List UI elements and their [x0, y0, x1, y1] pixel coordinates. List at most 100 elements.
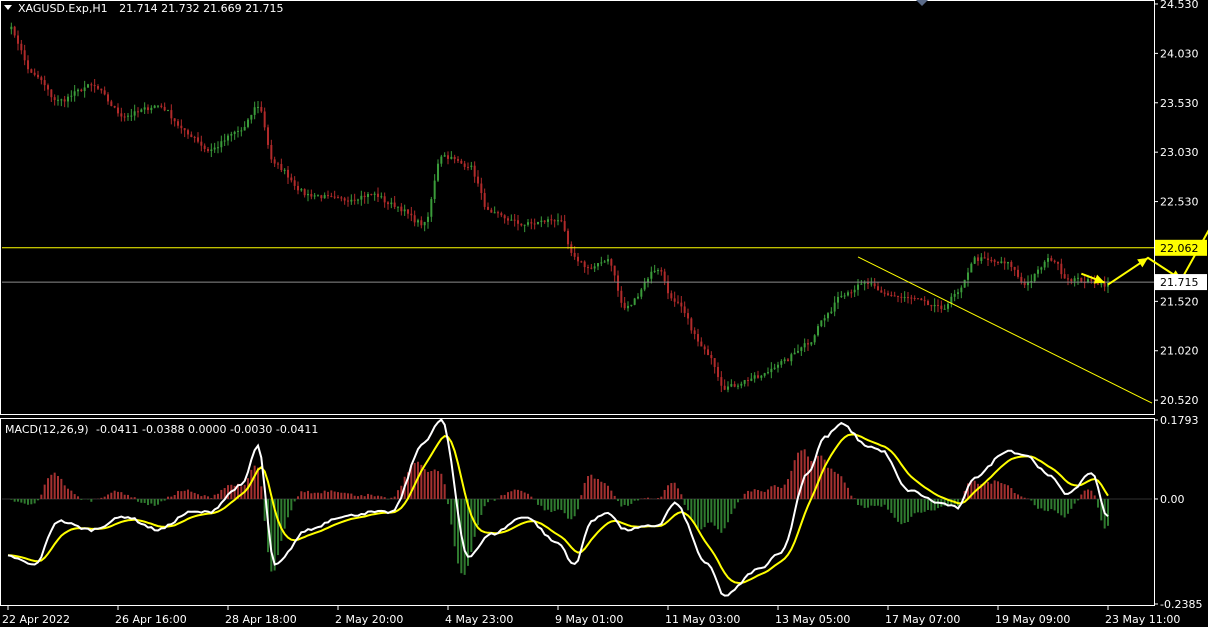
candle-body — [157, 105, 159, 107]
chart-canvas[interactable]: 24.530 24.030 23.530 23.030 22.530 21.520 21.0… — [0, 0, 1208, 627]
candle-body — [380, 196, 383, 198]
candle-body — [703, 346, 706, 350]
candle-body — [760, 375, 763, 378]
candle-body — [737, 385, 739, 387]
candle-body — [877, 286, 879, 291]
candle-body — [820, 320, 823, 327]
candle-body — [267, 127, 269, 145]
candle-body — [683, 306, 686, 314]
candle-body — [153, 105, 156, 108]
time-tick-label: 19 May 09:00 — [995, 613, 1070, 626]
candle-body — [427, 216, 429, 222]
candle-body — [430, 199, 433, 217]
time-axis: 22 Apr 2022 26 Apr 16:00 28 Apr 18:00 2 May… — [2, 606, 1180, 626]
candle-body — [750, 378, 753, 381]
candle-body — [807, 343, 809, 345]
arrow-head-icon — [1137, 257, 1148, 268]
candle-body — [67, 96, 69, 102]
time-tick-label: 26 Apr 16:00 — [115, 613, 187, 626]
candle-body — [460, 160, 463, 164]
candle-body — [1060, 263, 1063, 275]
candle-body — [13, 26, 16, 36]
candle-body — [847, 292, 849, 296]
candle-body — [987, 258, 989, 260]
candle-body — [710, 355, 713, 359]
candle-body — [783, 359, 786, 362]
price-tick-label: 20.520 — [1160, 394, 1199, 407]
candle-body — [463, 163, 466, 167]
current-price-tag: 21.715 — [1160, 276, 1199, 289]
candle-body — [240, 130, 243, 132]
candle-body — [813, 335, 816, 343]
candle-body — [213, 147, 216, 150]
candle-body — [337, 197, 339, 199]
chart-shift-marker-icon[interactable] — [916, 0, 928, 6]
candle-body — [163, 106, 166, 111]
time-tick-label: 11 May 03:00 — [665, 613, 740, 626]
candle-body — [970, 263, 973, 273]
candle-body — [730, 384, 733, 387]
candle-body — [230, 134, 233, 136]
candle-body — [550, 219, 553, 221]
candle-body — [860, 283, 863, 285]
time-tick-label: 2 May 20:00 — [335, 613, 403, 626]
candle-body — [623, 302, 626, 309]
candle-body — [63, 99, 66, 102]
macd-values: -0.0411 -0.0388 0.0000 -0.0030 -0.0411 — [96, 423, 318, 436]
candle-body — [573, 252, 576, 257]
candle-body — [513, 219, 516, 221]
candle-body — [587, 267, 589, 269]
candle-body — [110, 101, 113, 106]
candle-body — [700, 341, 703, 347]
candle-body — [403, 209, 406, 212]
candle-body — [520, 223, 523, 226]
candle-body — [637, 296, 639, 299]
candle-body — [1013, 266, 1016, 270]
candle-body — [1070, 279, 1073, 282]
candle-body — [60, 99, 63, 101]
candle-body — [440, 156, 443, 164]
candle-body — [80, 89, 83, 92]
candle-body — [277, 163, 279, 165]
candle-body — [693, 330, 696, 335]
macd-tick-label: 0.1793 — [1160, 414, 1199, 427]
time-tick-label: 9 May 01:00 — [555, 613, 623, 626]
candle-body — [553, 220, 556, 222]
candle-body — [1077, 277, 1079, 279]
candle-body — [923, 300, 926, 302]
candle-body — [733, 384, 736, 387]
candle-body — [1057, 261, 1059, 264]
candle-body — [507, 218, 509, 221]
candle-body — [657, 270, 659, 272]
candle-body — [893, 295, 896, 297]
candle-body — [827, 313, 829, 319]
candle-body — [680, 302, 683, 307]
trading-chart[interactable]: 24.530 24.030 23.530 23.030 22.530 21.520 21.0… — [0, 0, 1208, 627]
candle-body — [940, 305, 943, 309]
candle-body — [480, 183, 483, 194]
candle-body — [410, 213, 413, 216]
price-pane[interactable] — [2, 22, 1208, 404]
candle-body — [753, 375, 756, 379]
candle-body — [797, 350, 799, 353]
candle-body — [387, 202, 389, 205]
candle-body — [370, 193, 373, 195]
candle-body — [170, 110, 173, 119]
candle-body — [53, 97, 56, 101]
candle-body — [697, 334, 699, 342]
candle-body — [57, 99, 59, 101]
candle-body — [990, 259, 993, 261]
chart-frames — [0, 0, 1155, 606]
macd-pane[interactable] — [2, 418, 1152, 597]
candle-body — [633, 298, 636, 305]
candle-body — [303, 189, 306, 196]
candle-body — [663, 271, 666, 282]
price-tick-label: 24.530 — [1160, 0, 1199, 11]
candle-body — [193, 137, 196, 139]
candle-body — [673, 298, 676, 302]
symbol-name: XAGUSD.Exp,H1 — [18, 2, 108, 15]
macd-label: MACD(12,26,9) -0.0411 -0.0388 0.0000 -0.… — [5, 423, 318, 436]
candle-body — [147, 107, 149, 111]
chart-menu-triangle-icon[interactable] — [4, 5, 12, 10]
candle-body — [870, 283, 873, 285]
